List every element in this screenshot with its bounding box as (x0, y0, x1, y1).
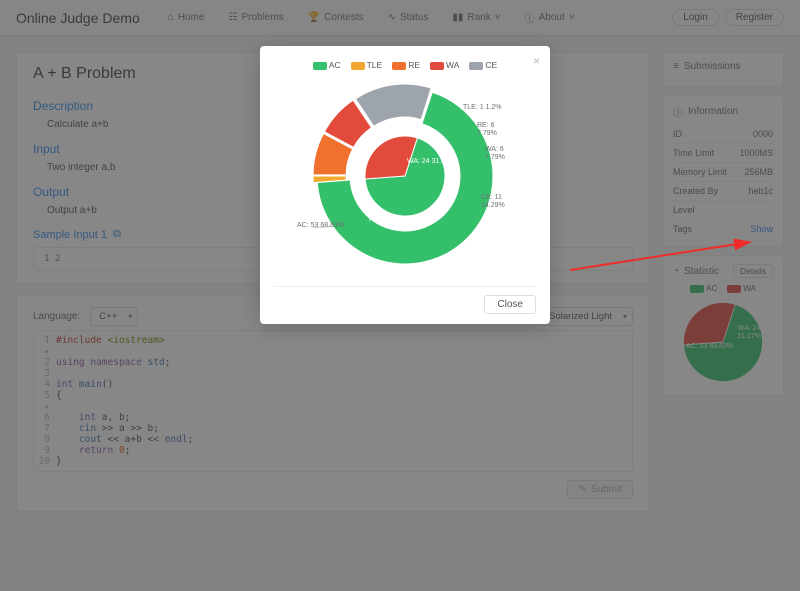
lbl-wa-inner: WA: 24 31.17% (407, 158, 455, 166)
legend-item[interactable]: TLE (351, 60, 383, 70)
legend-item[interactable]: CE (469, 60, 497, 70)
close-icon[interactable]: × (533, 54, 540, 68)
lbl-wa-outer: WA: 6 7.79% (485, 146, 505, 161)
legend-item[interactable]: RE (392, 60, 420, 70)
lbl-ac-inner: AC: 53 68.83% (369, 216, 416, 224)
stat-modal: × AC TLE RE WA CE TLE: 1 1.2% RE: 6 7.79% WA… (260, 46, 550, 324)
lbl-re: RE: 6 7.79% (477, 122, 505, 137)
lbl-tle: TLE: 1 1.2% (463, 104, 502, 112)
legend-item[interactable]: AC (313, 60, 341, 70)
lbl-ac-outer: AC: 53 68.83% (297, 222, 344, 230)
donut-chart: TLE: 1 1.2% RE: 6 7.79% WA: 6 7.79% CE: … (305, 76, 505, 276)
lbl-ce: CE: 11 14.29% (481, 194, 505, 209)
legend-item[interactable]: WA (430, 60, 459, 70)
close-button[interactable]: Close (484, 295, 536, 314)
